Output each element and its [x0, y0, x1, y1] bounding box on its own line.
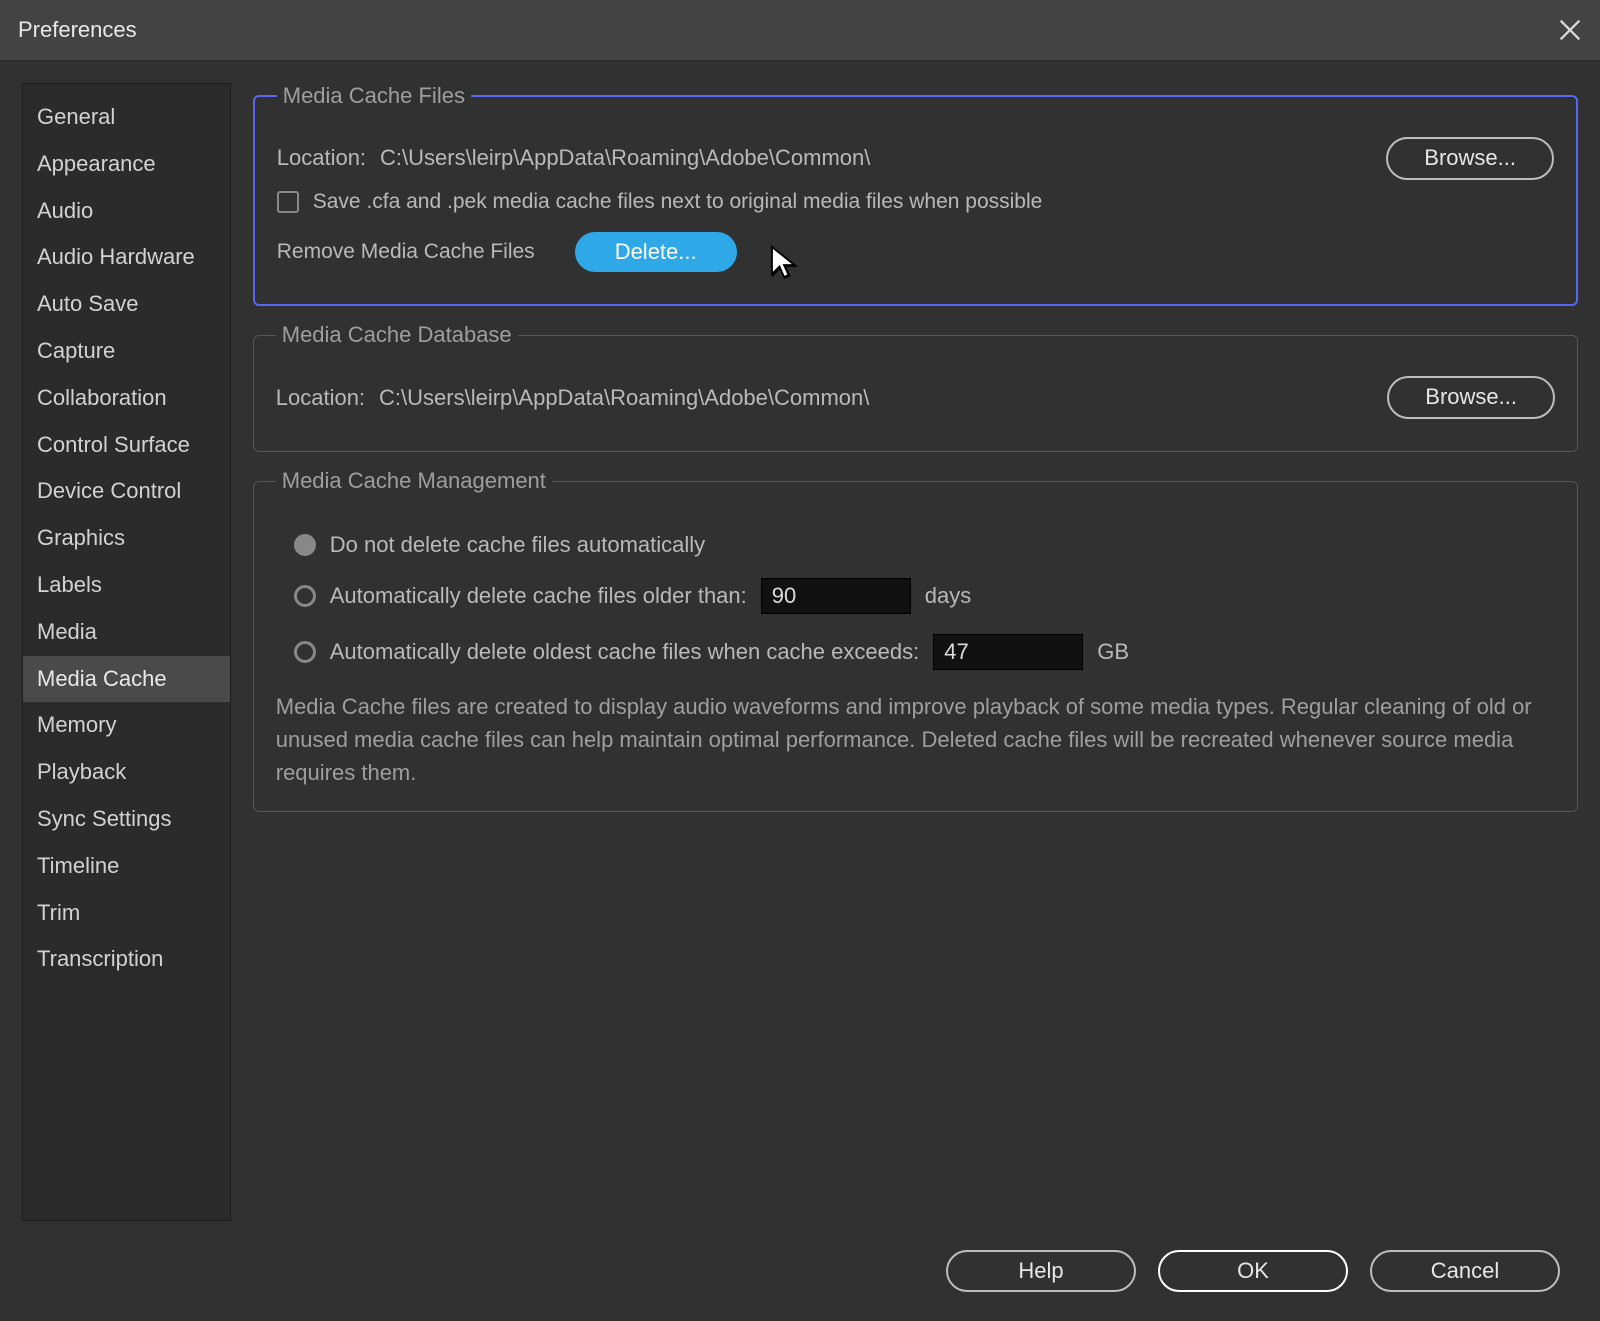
- sidebar-item-appearance[interactable]: Appearance: [23, 141, 230, 188]
- mcm-opt-age-suffix: days: [925, 583, 971, 609]
- help-button[interactable]: Help: [946, 1250, 1136, 1293]
- mcf-remove-label: Remove Media Cache Files: [277, 240, 535, 264]
- main-panel: Media Cache Files Location: C:\Users\lei…: [253, 83, 1578, 1221]
- sidebar: GeneralAppearanceAudioAudio HardwareAuto…: [22, 83, 231, 1221]
- sidebar-item-general[interactable]: General: [23, 94, 230, 141]
- sidebar-item-media[interactable]: Media: [23, 609, 230, 656]
- preferences-window: Preferences GeneralAppearanceAudioAudio …: [0, 0, 1600, 1321]
- mcm-opt-size-input[interactable]: [933, 634, 1083, 670]
- mcf-location-value: C:\Users\leirp\AppData\Roaming\Adobe\Com…: [380, 145, 1372, 171]
- media-cache-files-legend: Media Cache Files: [277, 83, 471, 109]
- sidebar-item-control-surface[interactable]: Control Surface: [23, 422, 230, 469]
- sidebar-item-media-cache[interactable]: Media Cache: [23, 656, 230, 703]
- media-cache-database-group: Media Cache Database Location: C:\Users\…: [253, 322, 1578, 452]
- mcf-browse-button[interactable]: Browse...: [1386, 137, 1554, 180]
- sidebar-item-graphics[interactable]: Graphics: [23, 515, 230, 562]
- sidebar-item-device-control[interactable]: Device Control: [23, 468, 230, 515]
- mcf-save-checkbox[interactable]: [277, 191, 299, 213]
- sidebar-item-collaboration[interactable]: Collaboration: [23, 375, 230, 422]
- mcm-opt-size-label: Automatically delete oldest cache files …: [330, 639, 919, 665]
- dialog-body: GeneralAppearanceAudioAudio HardwareAuto…: [0, 61, 1600, 1221]
- mcd-location-value: C:\Users\leirp\AppData\Roaming\Adobe\Com…: [379, 385, 1373, 411]
- media-cache-management-group: Media Cache Management Do not delete cac…: [253, 468, 1578, 812]
- mcm-opt-age-label: Automatically delete cache files older t…: [330, 583, 747, 609]
- titlebar: Preferences: [0, 0, 1600, 61]
- media-cache-files-group: Media Cache Files Location: C:\Users\lei…: [253, 83, 1578, 306]
- mcm-opt-age-input[interactable]: [761, 578, 911, 614]
- mcd-browse-button[interactable]: Browse...: [1387, 376, 1555, 419]
- window-title: Preferences: [18, 17, 137, 43]
- mcd-legend: Media Cache Database: [276, 322, 518, 348]
- sidebar-item-sync-settings[interactable]: Sync Settings: [23, 796, 230, 843]
- dialog-footer: Help OK Cancel: [0, 1221, 1600, 1321]
- cancel-button[interactable]: Cancel: [1370, 1250, 1560, 1293]
- sidebar-item-timeline[interactable]: Timeline: [23, 843, 230, 890]
- mcd-location-label: Location:: [276, 385, 365, 411]
- close-icon[interactable]: [1556, 16, 1584, 44]
- sidebar-item-transcription[interactable]: Transcription: [23, 936, 230, 983]
- mcf-delete-button[interactable]: Delete...: [575, 232, 737, 273]
- ok-button[interactable]: OK: [1158, 1250, 1348, 1293]
- mcm-opt-size-radio[interactable]: [294, 641, 316, 663]
- mcm-opt-none-radio[interactable]: [294, 534, 316, 556]
- mcm-opt-none-label: Do not delete cache files automatically: [330, 532, 705, 558]
- mcm-opt-size-suffix: GB: [1097, 639, 1129, 665]
- mcf-save-checkbox-label: Save .cfa and .pek media cache files nex…: [313, 190, 1043, 214]
- sidebar-item-playback[interactable]: Playback: [23, 749, 230, 796]
- mcm-legend: Media Cache Management: [276, 468, 552, 494]
- mcm-opt-age-radio[interactable]: [294, 585, 316, 607]
- sidebar-item-audio[interactable]: Audio: [23, 188, 230, 235]
- sidebar-item-auto-save[interactable]: Auto Save: [23, 281, 230, 328]
- sidebar-item-labels[interactable]: Labels: [23, 562, 230, 609]
- cursor-icon: [769, 244, 799, 286]
- sidebar-item-capture[interactable]: Capture: [23, 328, 230, 375]
- mcf-location-label: Location:: [277, 145, 366, 171]
- sidebar-item-trim[interactable]: Trim: [23, 890, 230, 937]
- sidebar-item-memory[interactable]: Memory: [23, 702, 230, 749]
- sidebar-item-audio-hardware[interactable]: Audio Hardware: [23, 234, 230, 281]
- mcm-help-text: Media Cache files are created to display…: [276, 690, 1555, 789]
